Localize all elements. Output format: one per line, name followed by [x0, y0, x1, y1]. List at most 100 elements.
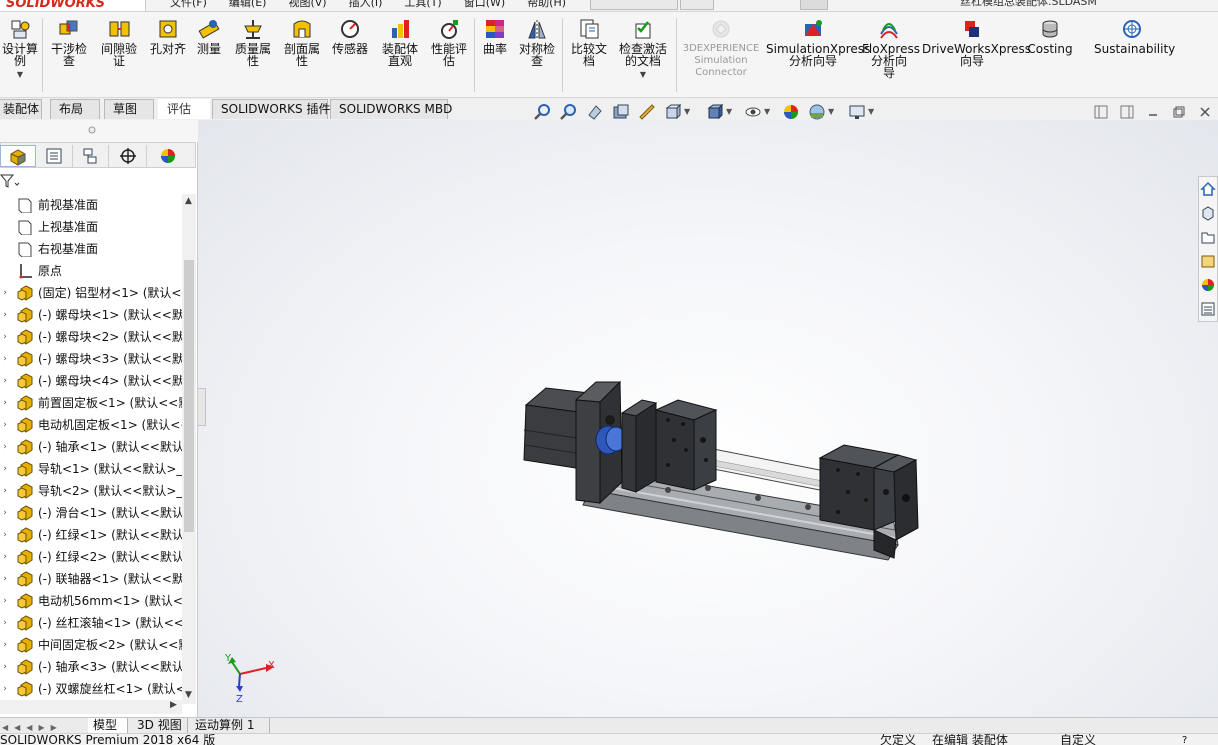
chevron-down-icon[interactable]: ▼: [828, 107, 834, 116]
tree-component-item[interactable]: › (-) 螺母块<1> (默认<<默认: [0, 304, 182, 326]
tab-5[interactable]: SOLIDWORKS MBD: [330, 99, 452, 119]
menu-item[interactable]: 窗口(W): [464, 0, 505, 9]
zoom-to-area-icon[interactable]: [560, 103, 578, 121]
tree-component-item[interactable]: › (-) 丝杠滚轴<1> (默认<<显: [0, 612, 182, 634]
tab-feature-manager[interactable]: [0, 145, 36, 167]
view-settings-icon[interactable]: [848, 103, 866, 121]
menu-item[interactable]: 插入(I): [349, 0, 383, 9]
hole-alignment-button[interactable]: 孔对齐: [146, 12, 190, 98]
scrollbar-thumb[interactable]: [184, 260, 194, 532]
sensor-button[interactable]: 传感器: [328, 12, 372, 98]
tab-2[interactable]: 草图: [104, 99, 154, 119]
bottom-tab-0[interactable]: 模型: [88, 718, 128, 733]
status-units[interactable]: 自定义: [1060, 734, 1096, 745]
tree-component-item[interactable]: › 导轨<1> (默认<<默认>_显: [0, 458, 182, 480]
menu-item[interactable]: 编辑(E): [229, 0, 267, 9]
tab-3[interactable]: 评估: [158, 99, 210, 119]
panel-collapse-handle[interactable]: [198, 388, 206, 426]
scroll-down-arrow[interactable]: ▼: [185, 690, 192, 700]
driveworksxpress-button[interactable]: DriveWorksXpress 向导: [922, 12, 1031, 98]
tree-origin-item[interactable]: 原点: [0, 260, 182, 282]
file-explorer-icon[interactable]: [1200, 252, 1216, 270]
tree-component-item[interactable]: › 前置固定板<1> (默认<<默: [0, 392, 182, 414]
home-icon[interactable]: [1200, 180, 1216, 198]
tree-component-item[interactable]: › (-) 红绿<1> (默认<<默认:: [0, 524, 182, 546]
tree-component-item[interactable]: › (-) 螺母块<2> (默认<<默认: [0, 326, 182, 348]
mass-properties-button[interactable]: 质量属 性: [230, 12, 276, 98]
tree-component-item[interactable]: › 电动机固定板<1> (默认<<: [0, 414, 182, 436]
bottom-tab-1[interactable]: 3D 视图: [132, 718, 188, 733]
close-icon[interactable]: [1198, 105, 1212, 119]
expand-arrow-icon[interactable]: ›: [0, 370, 10, 392]
grip-icon[interactable]: [88, 126, 96, 134]
tree-plane-item[interactable]: 前视基准面: [0, 194, 182, 216]
expand-arrow-icon[interactable]: ›: [0, 612, 10, 634]
tab-4[interactable]: SOLIDWORKS 插件: [212, 99, 330, 119]
tree-component-item[interactable]: › (-) 螺母块<4> (默认<<默认: [0, 370, 182, 392]
expand-arrow-icon[interactable]: ›: [0, 546, 10, 568]
tree-component-item[interactable]: › (-) 联轴器<1> (默认<<默认: [0, 568, 182, 590]
assembly-model[interactable]: [198, 120, 1218, 717]
check-active-document-button[interactable]: 检查激活 的文档 ▼: [614, 12, 672, 98]
performance-evaluation-button[interactable]: 性能评 估: [426, 12, 472, 98]
menu-item[interactable]: 视图(V): [288, 0, 326, 9]
3d-resources-icon[interactable]: [1200, 204, 1216, 222]
select-tool-button[interactable]: [800, 0, 828, 10]
tree-plane-item[interactable]: 右视基准面: [0, 238, 182, 260]
chevron-down-icon[interactable]: ▼: [684, 107, 690, 116]
menu-item[interactable]: 文件(F): [170, 0, 207, 9]
tree-component-item[interactable]: › 中间固定板<2> (默认<<默: [0, 634, 182, 656]
filter-icon[interactable]: [0, 174, 20, 188]
view-orientation-icon[interactable]: [664, 103, 682, 121]
toolbar-slot[interactable]: [590, 0, 678, 10]
expand-arrow-icon[interactable]: ›: [0, 678, 10, 700]
tree-component-item[interactable]: › (-) 红绿<2> (默认<<默认:: [0, 546, 182, 568]
tab-dimxpert-manager[interactable]: [111, 145, 147, 167]
expand-arrow-icon[interactable]: ›: [0, 458, 10, 480]
tab-display-manager[interactable]: [151, 145, 187, 167]
expand-arrow-icon[interactable]: ›: [0, 348, 10, 370]
tile-right-icon[interactable]: [1120, 105, 1134, 119]
restore-icon[interactable]: [1172, 105, 1186, 119]
menu-item[interactable]: 帮助(H): [527, 0, 566, 9]
scroll-up-arrow[interactable]: ▲: [185, 196, 192, 206]
expand-arrow-icon[interactable]: ›: [0, 590, 10, 612]
bottom-tab-2[interactable]: 运动算例 1: [190, 718, 270, 733]
simulationxpress-button[interactable]: SimulationXpress 分析向导: [766, 12, 870, 98]
symmetry-check-button[interactable]: 对称检 查: [514, 12, 560, 98]
menu-item[interactable]: 工具(T): [404, 0, 441, 9]
tree-component-item[interactable]: › (-) 轴承<3> (默认<<默认:: [0, 656, 182, 678]
tab-scroll-arrows[interactable]: ◀◀◀▶▶: [2, 719, 82, 732]
interference-detection-button[interactable]: 干涉检 查: [46, 12, 92, 98]
hide-show-items-icon[interactable]: [744, 103, 762, 121]
expand-arrow-icon[interactable]: ›: [0, 282, 10, 304]
costing-button[interactable]: Costing: [1026, 12, 1074, 98]
tab-property-manager[interactable]: [37, 145, 73, 167]
appearances-icon[interactable]: [1200, 276, 1216, 294]
design-library-icon[interactable]: [1200, 228, 1216, 246]
tree-plane-item[interactable]: 上视基准面: [0, 216, 182, 238]
expand-arrow-icon[interactable]: ›: [0, 304, 10, 326]
tab-0[interactable]: 装配体: [0, 99, 42, 119]
help-icon[interactable]: ?: [1182, 734, 1187, 745]
tree-vertical-scrollbar[interactable]: ▲ ▼: [182, 194, 196, 704]
tree-component-item[interactable]: › 电动机56mm<1> (默认<<: [0, 590, 182, 612]
expand-arrow-icon[interactable]: ›: [0, 568, 10, 590]
tree-filter[interactable]: [0, 170, 198, 192]
zoom-to-fit-icon[interactable]: [534, 103, 552, 121]
floxpress-button[interactable]: FloXpress 分析向 导: [862, 12, 920, 98]
section-view-icon[interactable]: [612, 103, 630, 121]
expand-arrow-icon[interactable]: ›: [0, 502, 10, 524]
expand-arrow-icon[interactable]: ›: [0, 524, 10, 546]
toolbar-slot[interactable]: [680, 0, 714, 10]
tree-component-item[interactable]: › (-) 螺母块<3> (默认<<默认: [0, 348, 182, 370]
graphics-area[interactable]: X Y Z: [198, 120, 1218, 717]
sustainability-button[interactable]: Sustainability: [1094, 12, 1175, 98]
chevron-down-icon[interactable]: ▼: [726, 107, 732, 116]
tree-component-item[interactable]: › (-) 滑台<1> (默认<<默认:: [0, 502, 182, 524]
edit-appearance-icon[interactable]: [782, 103, 800, 121]
chevron-down-icon[interactable]: ▼: [764, 107, 770, 116]
chevron-down-icon[interactable]: ▼: [868, 107, 874, 116]
measure-button[interactable]: 测量: [192, 12, 226, 98]
section-properties-button[interactable]: 剖面属 性: [280, 12, 324, 98]
